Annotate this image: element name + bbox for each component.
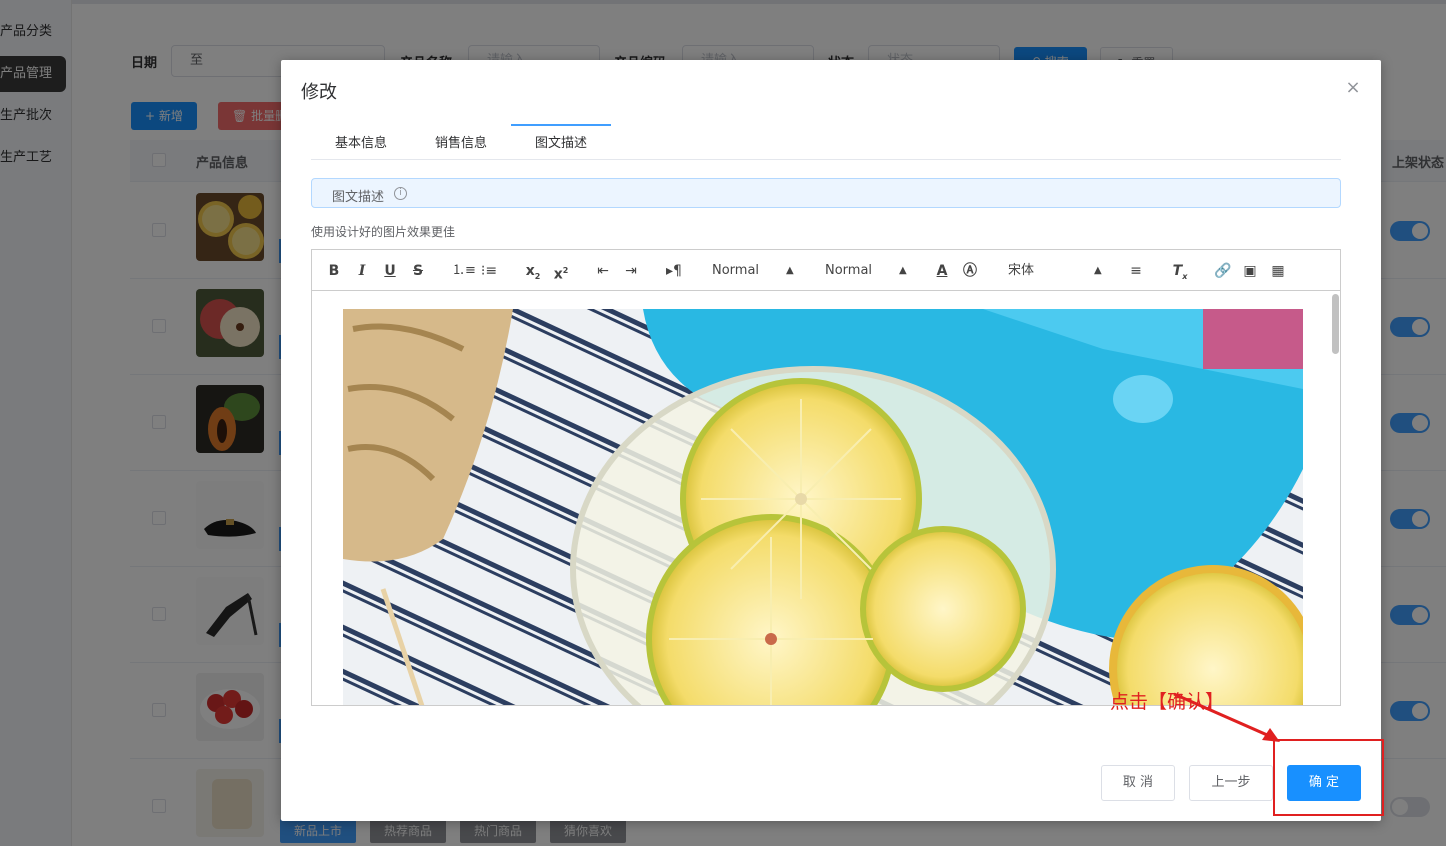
font-color-icon[interactable]: A bbox=[935, 262, 949, 280]
indent-icon[interactable]: ⇥ bbox=[622, 262, 640, 280]
close-icon[interactable]: × bbox=[1345, 79, 1361, 97]
section-header: 图文描述 i bbox=[311, 178, 1341, 208]
outdent-icon[interactable]: ⇤ bbox=[594, 262, 612, 280]
align-icon[interactable]: ≡ bbox=[1128, 262, 1144, 280]
bold-icon[interactable]: B bbox=[328, 262, 340, 280]
annotation-highlight-box bbox=[1273, 739, 1384, 816]
tab-label: 基本信息 bbox=[334, 136, 387, 151]
chevron-updown-icon: ▲ bbox=[786, 265, 794, 276]
cancel-button[interactable]: 取 消 bbox=[1101, 765, 1175, 801]
editor-content[interactable] bbox=[312, 292, 1330, 705]
header-select[interactable]: Normal bbox=[712, 262, 759, 280]
italic-icon[interactable]: I bbox=[356, 262, 368, 280]
previous-step-button[interactable]: 上一步 bbox=[1189, 765, 1273, 801]
text-direction-icon[interactable]: ▸¶ bbox=[664, 262, 684, 280]
description-image bbox=[343, 309, 1303, 705]
editor-scrollbar[interactable] bbox=[1331, 292, 1340, 705]
tab-sales-info[interactable]: 销售信息 bbox=[411, 124, 511, 160]
chevron-updown-icon: ▲ bbox=[1094, 265, 1102, 276]
active-tab-indicator bbox=[511, 124, 611, 126]
tab-basic-info[interactable]: 基本信息 bbox=[311, 124, 411, 160]
editor-hint: 使用设计好的图片效果更佳 bbox=[311, 225, 456, 239]
dialog-title: 修改 bbox=[301, 82, 337, 103]
size-select[interactable]: Normal bbox=[825, 262, 872, 280]
clear-format-icon[interactable]: Tx bbox=[1172, 262, 1188, 281]
cancel-button-label: 取 消 bbox=[1122, 775, 1154, 790]
image-icon[interactable]: ▣ bbox=[1242, 262, 1258, 280]
subscript-icon[interactable]: x2 bbox=[524, 262, 542, 281]
annotation-arrow-icon bbox=[1173, 692, 1280, 742]
background-color-icon[interactable]: Ⓐ bbox=[963, 262, 977, 280]
dialog-tabs: 基本信息 销售信息 图文描述 bbox=[311, 124, 1341, 160]
bullet-list-icon[interactable]: ⁝≡ bbox=[480, 262, 498, 280]
superscript-icon[interactable]: x2 bbox=[552, 262, 570, 283]
scrollbar-thumb[interactable] bbox=[1332, 294, 1339, 354]
ordered-list-icon[interactable]: ⒈≡ bbox=[452, 262, 476, 280]
rich-text-editor: B I U S ⒈≡ ⁝≡ x2 x2 ⇤ ⇥ ▸¶ Normal ▲ Norm… bbox=[311, 249, 1341, 706]
tab-label: 图文描述 bbox=[534, 136, 587, 151]
link-icon[interactable]: 🔗 bbox=[1214, 262, 1231, 280]
strikethrough-icon[interactable]: S bbox=[412, 262, 424, 280]
tab-label: 销售信息 bbox=[434, 136, 487, 151]
underline-icon[interactable]: U bbox=[384, 262, 396, 280]
chevron-updown-icon: ▲ bbox=[899, 265, 907, 276]
video-icon[interactable]: ▦ bbox=[1270, 262, 1286, 280]
info-icon[interactable]: i bbox=[394, 187, 407, 200]
editor-toolbar: B I U S ⒈≡ ⁝≡ x2 x2 ⇤ ⇥ ▸¶ Normal ▲ Norm… bbox=[312, 250, 1340, 291]
previous-step-label: 上一步 bbox=[1211, 775, 1251, 790]
font-family-select[interactable]: 宋体 bbox=[1008, 262, 1034, 280]
section-title: 图文描述 bbox=[332, 190, 385, 205]
tab-rich-description[interactable]: 图文描述 bbox=[511, 124, 611, 160]
